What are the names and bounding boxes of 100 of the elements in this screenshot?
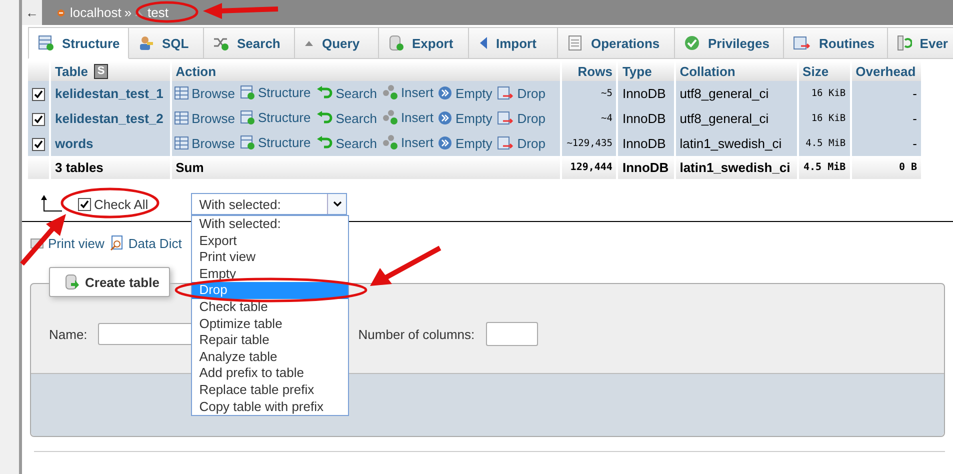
annotation-arrow xyxy=(370,246,442,286)
up-arrow-icon xyxy=(40,195,64,213)
action-link[interactable]: Insert xyxy=(400,84,434,100)
tab[interactable]: Import xyxy=(469,27,558,59)
print-view-link[interactable]: Print view xyxy=(48,236,104,250)
drop-icon xyxy=(497,86,514,100)
action-link[interactable]: Empty xyxy=(455,136,492,150)
person-icon xyxy=(138,35,154,51)
dropdown-option[interactable]: Copy table with prefix xyxy=(192,398,348,416)
export-icon xyxy=(388,35,404,51)
breadcrumb-separator: » xyxy=(124,5,132,20)
table-cell: ~129,435 xyxy=(560,131,618,156)
tab[interactable]: Search xyxy=(204,27,295,59)
drop-icon xyxy=(497,111,514,125)
tab[interactable]: Structure xyxy=(28,27,129,59)
action-link[interactable]: Drop xyxy=(517,86,546,100)
grid-icon xyxy=(174,111,189,125)
action-link[interactable]: Browse xyxy=(192,136,235,150)
with-selected-dropdown[interactable]: With selected: xyxy=(191,193,348,215)
row-checkbox[interactable] xyxy=(32,138,45,152)
return-arrow-icon xyxy=(316,136,333,150)
dropdown-option[interactable]: Check table xyxy=(192,298,348,316)
grid-icon xyxy=(174,86,189,100)
action-link[interactable]: Search xyxy=(336,136,377,150)
events-icon xyxy=(897,35,912,51)
table-cell: 129,444 xyxy=(560,156,618,179)
table-cell: 3 tables xyxy=(50,156,171,179)
column-header[interactable]: Type xyxy=(617,61,675,81)
tab[interactable]: Ever xyxy=(888,27,953,59)
columns-field[interactable] xyxy=(486,322,538,346)
data-dictionary-link[interactable]: Data Dict xyxy=(128,236,182,250)
table-cell: InnoDB xyxy=(617,156,675,179)
dropdown-option[interactable]: Analyze table xyxy=(192,348,348,366)
column-header[interactable]: Size xyxy=(798,61,851,81)
dropdown-option[interactable]: Export xyxy=(192,232,348,250)
dropdown-option[interactable]: Drop xyxy=(192,282,348,299)
tab[interactable]: Export xyxy=(379,27,469,59)
table-cell: utf8_general_ci xyxy=(674,81,798,106)
create-table-icon xyxy=(64,274,80,290)
action-link[interactable]: Empty xyxy=(455,86,492,100)
table-name-link[interactable]: words xyxy=(50,131,171,156)
tab[interactable]: Operations xyxy=(558,27,675,59)
dropdown-option[interactable]: Repair table xyxy=(192,332,348,349)
check-all-checkbox[interactable] xyxy=(78,198,91,210)
table-cell: 0 B xyxy=(850,156,922,179)
action-link[interactable]: Search xyxy=(336,110,377,126)
forward-icon xyxy=(438,111,452,125)
database-link[interactable]: test xyxy=(148,5,169,20)
column-header[interactable]: Table xyxy=(55,64,88,78)
forward-icon xyxy=(438,136,452,150)
table-name-link[interactable]: kelidestan_test_1 xyxy=(50,81,171,106)
document-search-icon xyxy=(110,235,124,251)
tab[interactable]: Routines xyxy=(784,27,888,59)
action-link[interactable]: Browse xyxy=(192,86,235,100)
table-cell: InnoDB xyxy=(617,106,675,131)
table-cell: 16 KiB xyxy=(798,81,851,106)
action-link[interactable]: Structure xyxy=(258,110,311,125)
dropdown-option[interactable]: Replace table prefix xyxy=(192,382,348,399)
table-cell: - xyxy=(850,81,922,106)
action-link[interactable]: Empty xyxy=(455,110,492,126)
gears-icon xyxy=(382,84,398,100)
action-link[interactable]: Drop xyxy=(517,136,546,150)
annotation-ellipse xyxy=(136,1,198,23)
dropdown-option[interactable]: Print view xyxy=(192,249,348,266)
create-table-button[interactable]: Create table xyxy=(49,267,170,297)
field-label: Number of columns: xyxy=(358,326,475,342)
dropdown-option[interactable]: With selected: xyxy=(192,216,348,233)
action-link[interactable]: Insert xyxy=(400,134,434,150)
action-link[interactable]: Insert xyxy=(400,110,434,124)
dropdown-option[interactable]: Add prefix to table xyxy=(192,365,348,382)
action-link[interactable]: Structure xyxy=(258,135,311,150)
table-name-link[interactable]: kelidestan_test_2 xyxy=(50,106,171,131)
tab[interactable]: Privileges xyxy=(675,27,784,59)
row-checkbox[interactable] xyxy=(32,113,45,126)
check-circle-icon xyxy=(684,35,700,51)
action-link[interactable]: Browse xyxy=(192,110,235,126)
action-link[interactable]: Structure xyxy=(258,85,311,100)
back-button[interactable]: ← xyxy=(22,0,42,25)
column-header[interactable]: Overhead xyxy=(850,61,922,81)
table-cell: ~4 xyxy=(560,106,618,131)
dropdown-option[interactable]: Optimize table xyxy=(192,316,348,332)
action-link[interactable]: Drop xyxy=(517,110,546,126)
forward-icon xyxy=(438,86,452,100)
action-link[interactable]: Search xyxy=(336,86,377,100)
tab[interactable]: Query xyxy=(295,27,379,59)
table-icon xyxy=(240,85,255,100)
column-header[interactable]: Collation xyxy=(674,61,798,81)
field-label: Name: xyxy=(49,326,88,342)
column-header[interactable]: Action xyxy=(170,61,561,81)
row-checkbox[interactable] xyxy=(32,88,45,102)
column-header[interactable]: Rows xyxy=(560,61,618,81)
table-icon xyxy=(240,110,255,125)
tab[interactable]: SQL xyxy=(129,27,204,59)
checkbox-label[interactable]: Check All xyxy=(94,196,148,212)
server-link[interactable]: localhost xyxy=(70,5,122,20)
table-cell: 16 KiB xyxy=(798,106,851,131)
table-cell: 4.5 MiB xyxy=(798,156,851,179)
table-cell: - xyxy=(850,106,922,131)
dropdown-option[interactable]: Empty xyxy=(192,266,348,282)
table-icon xyxy=(38,35,54,51)
